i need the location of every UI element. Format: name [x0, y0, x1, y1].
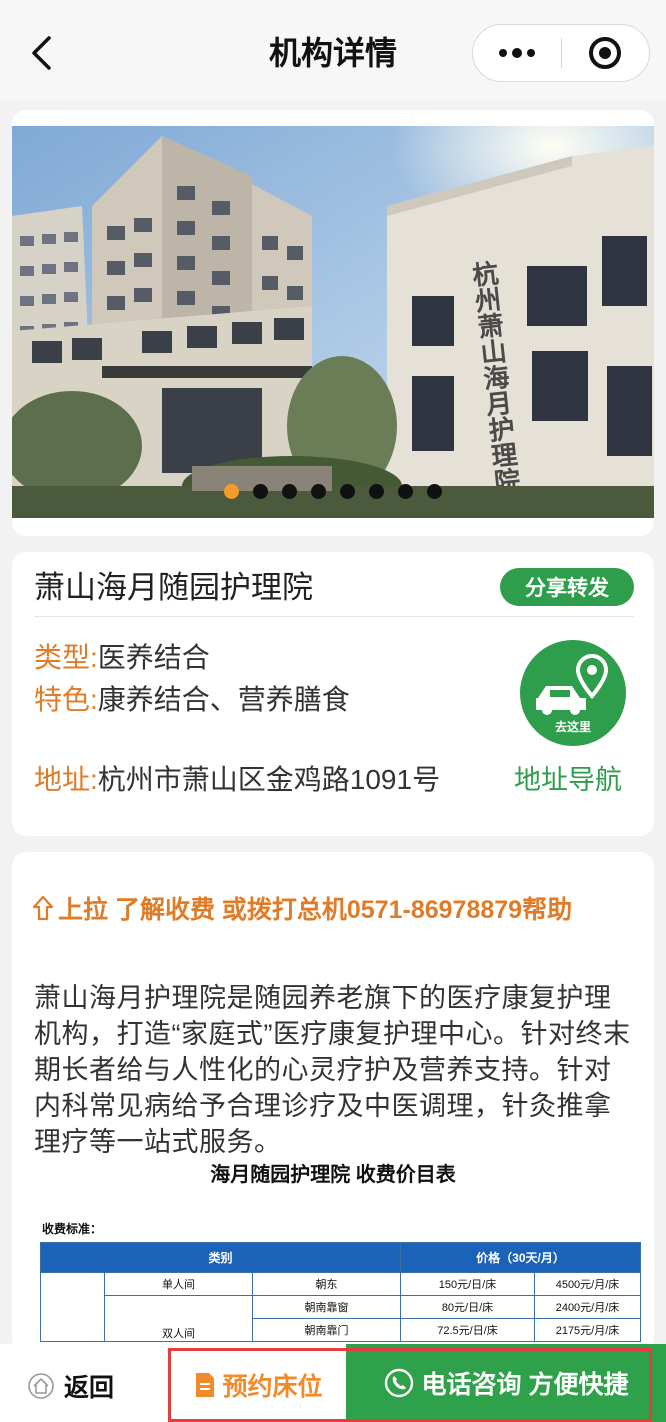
table-row: 单人间 朝东 150元/日/床 4500元/月/床: [40, 1272, 641, 1342]
bottom-action-bar: 返回 预约床位 电话咨询 方便快捷: [0, 1344, 666, 1422]
carousel-dot[interactable]: [369, 484, 384, 499]
carousel-dot[interactable]: [398, 484, 413, 499]
table-cell: 2175元/月/床: [534, 1318, 641, 1342]
home-icon: [28, 1373, 54, 1399]
institution-info-card: 萧山海月随园护理院 分享转发 类型:医养结合 特色:康养结合、营养膳食 地址:杭…: [12, 552, 654, 836]
table-cell: 2400元/月/床: [534, 1295, 641, 1319]
table-cell: 朝东: [252, 1272, 401, 1296]
table-cell: 单人间: [104, 1272, 253, 1296]
fee-hint-text: 上拉 了解收费 或拨打总机0571-86978879帮助: [58, 896, 573, 924]
type-value: 医养结合: [97, 642, 210, 673]
fee-hint[interactable]: 上拉 了解收费 或拨打总机0571-86978879帮助: [32, 890, 572, 926]
carousel-dot[interactable]: [340, 484, 355, 499]
carousel-dot[interactable]: [253, 484, 268, 499]
address-row: 地址:杭州市萧山区金鸡路1091号: [34, 760, 440, 800]
home-back-button[interactable]: 返回: [28, 1368, 114, 1404]
price-header-price: 价格（30天/月）: [400, 1242, 641, 1273]
mini-program-capsule: [472, 24, 650, 82]
phone-consult-button[interactable]: 电话咨询 方便快捷: [346, 1344, 666, 1422]
go-here-label: 去这里: [554, 720, 591, 734]
table-cell: 150元/日/床: [400, 1272, 535, 1296]
price-table-header: 类别 价格（30天/月）: [40, 1242, 641, 1273]
type-label: 类型:: [34, 642, 98, 673]
close-miniprogram-button[interactable]: [562, 25, 650, 81]
carousel-indicators: [12, 484, 654, 499]
more-menu-button[interactable]: [473, 25, 561, 81]
navigation-bar: 机构详情: [0, 0, 666, 100]
table-cell: 朝南靠门: [252, 1318, 401, 1342]
feature-value: 康养结合、营养膳食: [97, 684, 350, 715]
reserve-bed-button[interactable]: 预约床位: [168, 1348, 346, 1422]
building-photo: 杭州萧山海月护理院: [12, 126, 654, 518]
carousel-dot[interactable]: [282, 484, 297, 499]
table-row: 双人间 朝南靠窗 80元/日/床 2400元/月/床: [41, 1295, 641, 1342]
table-cell: 80元/日/床: [400, 1295, 535, 1319]
feature-row: 特色:康养结合、营养膳食: [34, 680, 350, 720]
arrow-up-icon: [32, 895, 54, 921]
divider: [34, 616, 634, 617]
back-label: 返回: [64, 1374, 115, 1402]
table-cell: 朝南靠窗: [252, 1295, 401, 1319]
carousel-dot[interactable]: [427, 484, 442, 499]
reserve-label: 预约床位: [222, 1373, 323, 1401]
go-here-button[interactable]: 去这里: [520, 640, 626, 746]
photo-carousel[interactable]: 杭州萧山海月护理院: [12, 110, 654, 536]
more-dots-icon: [498, 48, 535, 58]
table-cell: 4500元/月/床: [534, 1272, 641, 1296]
share-button[interactable]: 分享转发: [500, 568, 634, 606]
carousel-dot[interactable]: [311, 484, 326, 499]
price-table-title: 海月随园护理院 收费价目表: [210, 1164, 456, 1186]
table-cell: 双人间: [104, 1295, 253, 1342]
address-label: 地址:: [34, 764, 98, 795]
call-label: 电话咨询 方便快捷: [421, 1371, 629, 1399]
target-circle-icon: [589, 37, 622, 69]
document-icon: [196, 1373, 215, 1397]
feature-label: 特色:: [34, 684, 98, 715]
phone-icon: [384, 1368, 413, 1398]
table-cell: [40, 1272, 105, 1342]
address-value: 杭州市萧山区金鸡路1091号: [97, 764, 441, 795]
price-standard-label: 收费标准：: [42, 1222, 103, 1236]
price-table: 类别 价格（30天/月） 单人间 朝东 150元/日/床 4500元/月/床 双…: [40, 1242, 641, 1342]
address-navigation-link[interactable]: 地址导航: [514, 760, 622, 800]
institution-name: 萧山海月随园护理院: [34, 570, 313, 605]
price-header-category: 类别: [40, 1242, 401, 1273]
institution-description: 萧山海月护理院是随园养老旗下的医疗康复护理机构，打造“家庭式”医疗康复护理中心。…: [34, 983, 631, 1157]
carousel-dot[interactable]: [224, 484, 239, 499]
description-card: 上拉 了解收费 或拨打总机0571-86978879帮助 萧山海月护理院是随园养…: [12, 852, 654, 1352]
type-row: 类型:医养结合: [34, 638, 210, 678]
table-cell: 72.5元/日/床: [400, 1318, 535, 1342]
